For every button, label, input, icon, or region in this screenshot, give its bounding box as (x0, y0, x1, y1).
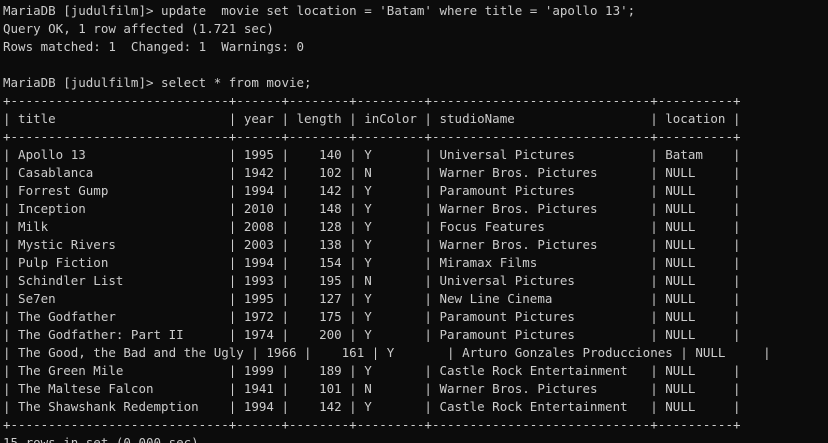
table-row: | The Shawshank Redemption | 1994 | 142 … (3, 399, 741, 414)
table-row: | Casablanca | 1942 | 102 | N | Warner B… (3, 165, 741, 180)
table-row: | Forrest Gump | 1994 | 142 | Y | Paramo… (3, 183, 741, 198)
table-row: | Apollo 13 | 1995 | 140 | Y | Universal… (3, 147, 741, 162)
table-header-row: | title | year | length | inColor | stud… (3, 111, 741, 126)
table-row: | The Godfather | 1972 | 175 | Y | Param… (3, 309, 741, 324)
table-row: | The Good, the Bad and the Ugly | 1966 … (3, 345, 771, 360)
table-row: | Mystic Rivers | 2003 | 138 | Y | Warne… (3, 237, 741, 252)
table-border-top: +-----------------------------+------+--… (3, 93, 741, 108)
rows-matched-line: Rows matched: 1 Changed: 1 Warnings: 0 (3, 39, 305, 54)
table-row: | Milk | 2008 | 128 | Y | Focus Features… (3, 219, 741, 234)
table-row: | Se7en | 1995 | 127 | Y | New Line Cine… (3, 291, 741, 306)
table-row: | Schindler List | 1993 | 195 | N | Univ… (3, 273, 741, 288)
table-row: | Pulp Fiction | 1994 | 154 | Y | Mirama… (3, 255, 741, 270)
table-border-header: +-----------------------------+------+--… (3, 129, 741, 144)
query-result-line: Query OK, 1 row affected (1.721 sec) (3, 21, 274, 36)
rows-in-set-line: 15 rows in set (0.000 sec) (3, 435, 199, 443)
table-row: | Inception | 2010 | 148 | Y | Warner Br… (3, 201, 741, 216)
table-border-bottom: +-----------------------------+------+--… (3, 417, 741, 432)
command-line-update: MariaDB [judulfilm]> update movie set lo… (3, 3, 636, 18)
command-line-select: MariaDB [judulfilm]> select * from movie… (3, 75, 312, 90)
table-row: | The Godfather: Part II | 1974 | 200 | … (3, 327, 741, 342)
table-row: | The Maltese Falcon | 1941 | 101 | N | … (3, 381, 741, 396)
terminal-window[interactable]: MariaDB [judulfilm]> update movie set lo… (0, 0, 828, 443)
table-row: | The Green Mile | 1999 | 189 | Y | Cast… (3, 363, 741, 378)
